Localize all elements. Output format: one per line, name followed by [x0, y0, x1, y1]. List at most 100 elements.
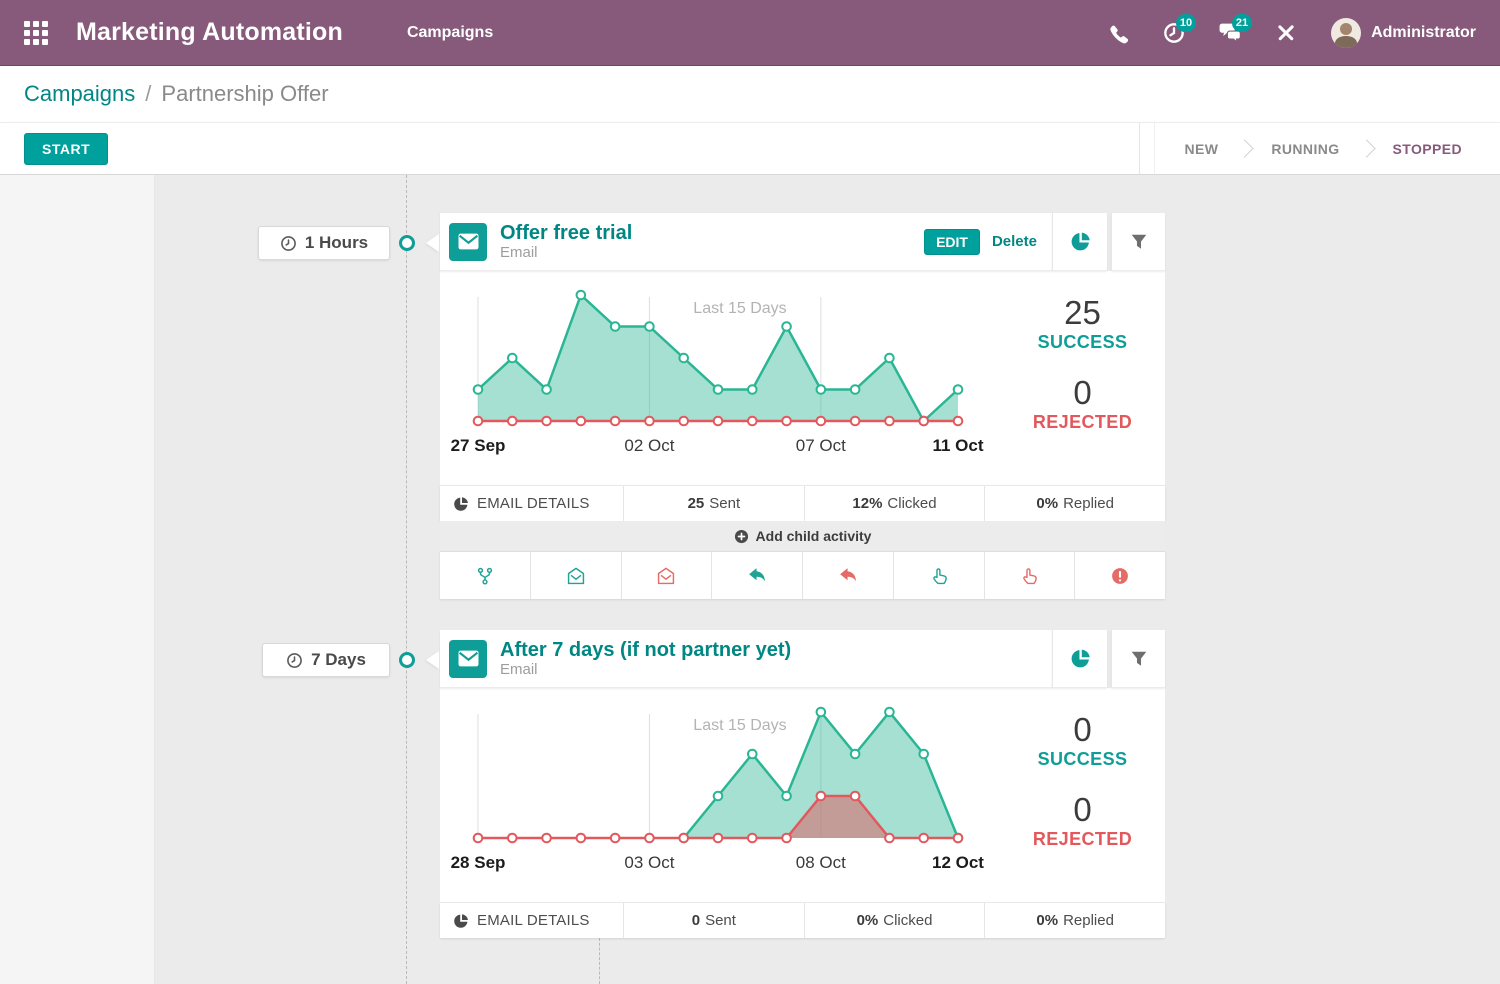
tab-graph[interactable]: [1052, 213, 1107, 271]
trigger-delay-label: 7 Days: [311, 650, 366, 670]
breadcrumb-separator: /: [145, 81, 151, 107]
workflow-connector-line: [406, 175, 407, 984]
edit-button[interactable]: EDIT: [924, 229, 980, 255]
card-titles: Offer free trial Email: [500, 222, 632, 261]
svg-text:08 Oct: 08 Oct: [796, 853, 846, 872]
stage-pipeline: NEW RUNNING STOPPED: [1139, 123, 1500, 174]
trigger-reply-success-icon[interactable]: [711, 552, 802, 599]
user-name: Administrator: [1371, 24, 1476, 42]
trigger-type-row: [440, 551, 1165, 599]
rejected-label: REJECTED: [1000, 829, 1165, 850]
delete-button[interactable]: Delete: [992, 233, 1037, 250]
activity-type-label: Email: [500, 244, 632, 261]
filter-icon: [1130, 233, 1148, 251]
card-pointer-arrow: [426, 234, 439, 252]
email-kpi-row: EMAIL DETAILS25Sent12%Clicked0%Replied: [440, 485, 1165, 521]
stage-new[interactable]: NEW: [1165, 141, 1239, 157]
top-navbar: Marketing Automation Campaigns 10 21: [0, 0, 1500, 66]
clock-icon: [286, 652, 303, 669]
email-activity-chart: Last 15 Days28 Sep03 Oct08 Oct12 Oct: [450, 700, 985, 890]
activity-type-label: Email: [500, 661, 791, 678]
trigger-bounce-icon[interactable]: [1074, 552, 1165, 599]
card-pointer-arrow: [426, 651, 439, 669]
add-child-activity-button[interactable]: Add child activity: [440, 521, 1165, 551]
activity-chart-area: Last 15 Days28 Sep03 Oct08 Oct12 Oct: [440, 688, 1000, 902]
card-header: After 7 days (if not partner yet) Email: [440, 630, 1052, 688]
email-details-link[interactable]: EMAIL DETAILS: [440, 903, 623, 938]
filter-icon: [1130, 650, 1148, 668]
svg-text:11 Oct: 11 Oct: [932, 436, 983, 455]
card-body: Last 15 Days27 Sep02 Oct07 Oct11 Oct 25 …: [440, 271, 1165, 485]
success-count: 0: [1000, 712, 1165, 748]
email-type-icon: [449, 223, 487, 261]
activity-card-offer-free-trial: Offer free trial Email EDIT Delete Last …: [440, 213, 1165, 599]
stage-running[interactable]: RUNNING: [1251, 141, 1359, 157]
breadcrumb-campaigns-link[interactable]: Campaigns: [24, 81, 135, 107]
add-child-activity-label: Add child activity: [756, 528, 872, 544]
trigger-click-success-icon[interactable]: [893, 552, 984, 599]
activity-title[interactable]: After 7 days (if not partner yet): [500, 639, 791, 661]
svg-text:Last 15 Days: Last 15 Days: [693, 300, 786, 317]
rejected-label: REJECTED: [1000, 412, 1165, 433]
app-window: Marketing Automation Campaigns 10 21: [0, 0, 1500, 984]
pie-chart-icon: [1070, 231, 1091, 252]
trigger-mail-open-danger-icon[interactable]: [621, 552, 712, 599]
email-type-icon: [449, 640, 487, 678]
email-details-link[interactable]: EMAIL DETAILS: [440, 486, 623, 521]
svg-text:02 Oct: 02 Oct: [624, 436, 674, 455]
svg-text:07 Oct: 07 Oct: [796, 436, 846, 455]
stage-stopped[interactable]: STOPPED: [1373, 141, 1482, 157]
phone-icon[interactable]: [1107, 22, 1129, 44]
card-header-row: After 7 days (if not partner yet) Email: [440, 630, 1165, 688]
pie-chart-icon: [453, 913, 469, 929]
activities-badge: 10: [1176, 14, 1196, 32]
connector-node: [399, 652, 415, 668]
child-connector-line: [599, 938, 600, 984]
card-body: Last 15 Days28 Sep03 Oct08 Oct12 Oct 0 S…: [440, 688, 1165, 902]
svg-text:03 Oct: 03 Oct: [624, 853, 674, 872]
activity-card-after-7-days: After 7 days (if not partner yet) Email …: [440, 630, 1165, 938]
email-activity-chart: Last 15 Days27 Sep02 Oct07 Oct11 Oct: [450, 283, 985, 473]
connector-node: [399, 235, 415, 251]
trigger-mail-open-success-icon[interactable]: [530, 552, 621, 599]
trigger-click-danger-icon[interactable]: [984, 552, 1075, 599]
card-actions: EDIT Delete: [924, 229, 1052, 255]
trigger-delay-badge: 7 Days: [262, 643, 390, 677]
footer-stat: 0%Clicked: [804, 903, 985, 938]
rejected-count: 0: [1000, 792, 1165, 828]
menu-campaigns[interactable]: Campaigns: [407, 24, 493, 42]
messages-chat-icon[interactable]: 21: [1219, 22, 1241, 44]
pie-chart-icon: [1070, 648, 1091, 669]
canvas-left-strip: [0, 175, 155, 984]
trigger-delay-badge: 1 Hours: [258, 226, 390, 260]
tab-filter[interactable]: [1111, 630, 1165, 688]
tab-graph[interactable]: [1052, 630, 1107, 688]
tools-icon[interactable]: [1275, 22, 1297, 44]
svg-text:Last 15 Days: Last 15 Days: [693, 717, 786, 734]
breadcrumb-current: Partnership Offer: [161, 81, 328, 107]
trigger-branch-icon[interactable]: [440, 552, 530, 599]
activity-title[interactable]: Offer free trial: [500, 222, 632, 244]
footer-stat: 0%Replied: [984, 903, 1165, 938]
user-menu[interactable]: Administrator: [1331, 18, 1476, 48]
footer-stat: 0Sent: [623, 903, 804, 938]
avatar: [1331, 18, 1361, 48]
success-label: SUCCESS: [1000, 332, 1165, 353]
messages-badge: 21: [1232, 14, 1252, 32]
success-label: SUCCESS: [1000, 749, 1165, 770]
footer-stat: 25Sent: [623, 486, 804, 521]
email-kpi-row: EMAIL DETAILS0Sent0%Clicked0%Replied: [440, 902, 1165, 938]
pie-chart-icon: [453, 496, 469, 512]
svg-text:28 Sep: 28 Sep: [451, 853, 506, 872]
trigger-reply-danger-icon[interactable]: [802, 552, 893, 599]
action-bar: START NEW RUNNING STOPPED: [0, 123, 1500, 175]
tab-filter[interactable]: [1111, 213, 1165, 271]
activity-stats: 25 SUCCESS 0 REJECTED: [1000, 271, 1165, 485]
card-header-row: Offer free trial Email EDIT Delete: [440, 213, 1165, 271]
breadcrumb: Campaigns / Partnership Offer: [0, 66, 1500, 123]
start-button[interactable]: START: [24, 133, 108, 165]
plus-icon: [734, 529, 749, 544]
success-count: 25: [1000, 295, 1165, 331]
apps-grid-icon[interactable]: [24, 21, 48, 45]
activities-clock-icon[interactable]: 10: [1163, 22, 1185, 44]
